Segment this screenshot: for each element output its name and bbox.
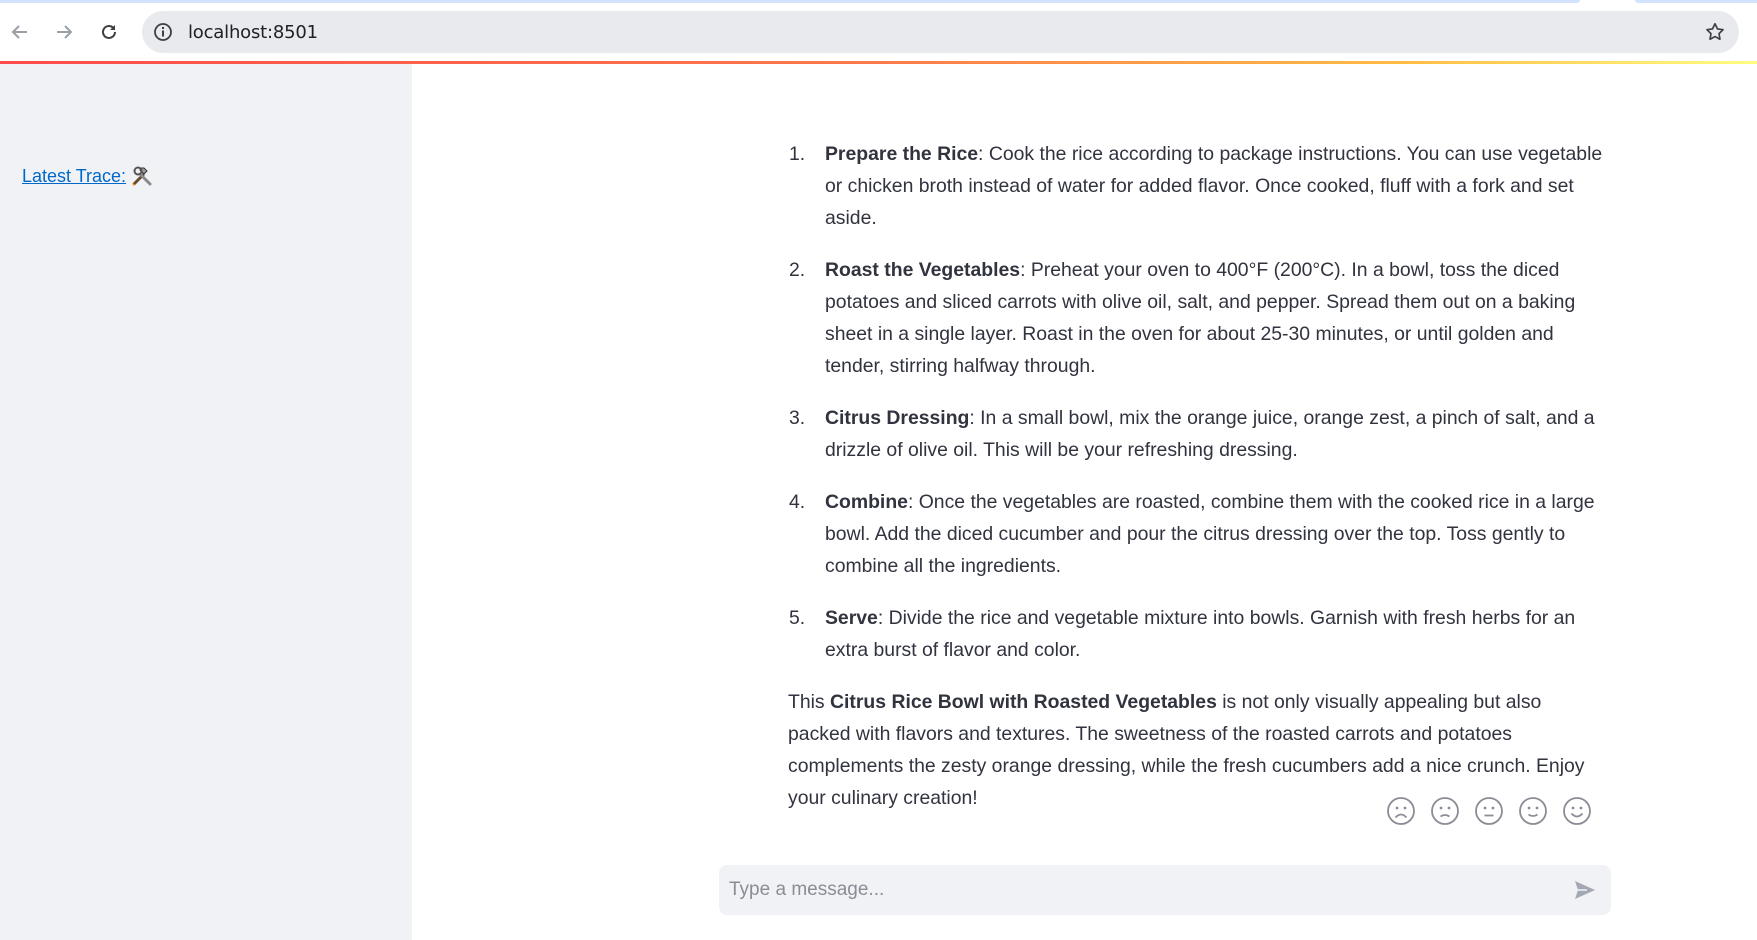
very-sad-face-icon[interactable] <box>1386 796 1416 826</box>
star-icon[interactable] <box>1703 20 1727 44</box>
step-number: 3. <box>789 407 806 429</box>
tab-strip-edge <box>0 0 1580 3</box>
closing-prefix: This <box>788 691 831 713</box>
happy-face-icon[interactable] <box>1518 796 1548 826</box>
neutral-face-icon[interactable] <box>1474 796 1504 826</box>
sad-face-icon[interactable] <box>1430 796 1460 826</box>
tab-strip-edge-right <box>1635 0 1757 3</box>
step-title: Prepare the Rice <box>825 143 979 165</box>
latest-trace-link[interactable]: Latest Trace: <box>22 164 154 188</box>
step-title: Roast the Vegetables <box>825 259 1021 281</box>
step-number: 2. <box>789 259 806 281</box>
browser-chrome: localhost:8501 <box>0 0 1757 62</box>
latest-trace-label[interactable]: Latest Trace: <box>22 166 126 187</box>
send-icon[interactable] <box>1571 877 1599 903</box>
step-text: : Divide the rice and vegetable mixture … <box>825 607 1576 661</box>
step-title: Combine <box>825 491 908 513</box>
assistant-message: 1. Prepare the Rice: Cook the rice accor… <box>788 138 1608 814</box>
message-input[interactable] <box>729 865 1549 915</box>
list-item: 1. Prepare the Rice: Cook the rice accor… <box>788 138 1608 234</box>
step-number: 4. <box>789 491 806 513</box>
list-item: 4. Combine: Once the vegetables are roas… <box>788 486 1608 582</box>
closing-paragraph: This Citrus Rice Bowl with Roasted Veget… <box>788 686 1608 814</box>
main-content-area: 1. Prepare the Rice: Cook the rice accor… <box>412 64 1757 940</box>
url-text[interactable]: localhost:8501 <box>188 22 318 43</box>
feedback-faces <box>1386 796 1592 826</box>
chat-input-container <box>719 865 1611 915</box>
list-item: 3. Citrus Dressing: In a small bowl, mix… <box>788 402 1608 466</box>
reload-icon[interactable] <box>93 16 125 48</box>
step-title: Citrus Dressing <box>825 407 970 429</box>
step-number: 1. <box>789 143 806 165</box>
back-arrow-icon[interactable] <box>4 16 36 48</box>
step-number: 5. <box>789 607 806 629</box>
forward-arrow-icon[interactable] <box>48 16 80 48</box>
address-bar[interactable]: localhost:8501 <box>142 11 1739 53</box>
hammer-and-wrench-icon[interactable] <box>130 164 154 188</box>
recipe-steps-list: 1. Prepare the Rice: Cook the rice accor… <box>788 138 1608 666</box>
list-item: 2. Roast the Vegetables: Preheat your ov… <box>788 254 1608 382</box>
step-text: : Once the vegetables are roasted, combi… <box>825 491 1595 577</box>
list-item: 5. Serve: Divide the rice and vegetable … <box>788 602 1608 666</box>
sidebar: Latest Trace: <box>0 64 412 940</box>
step-title: Serve <box>825 607 878 629</box>
info-icon[interactable] <box>152 21 174 43</box>
recipe-name: Citrus Rice Bowl with Roasted Vegetables <box>830 691 1217 713</box>
very-happy-face-icon[interactable] <box>1562 796 1592 826</box>
